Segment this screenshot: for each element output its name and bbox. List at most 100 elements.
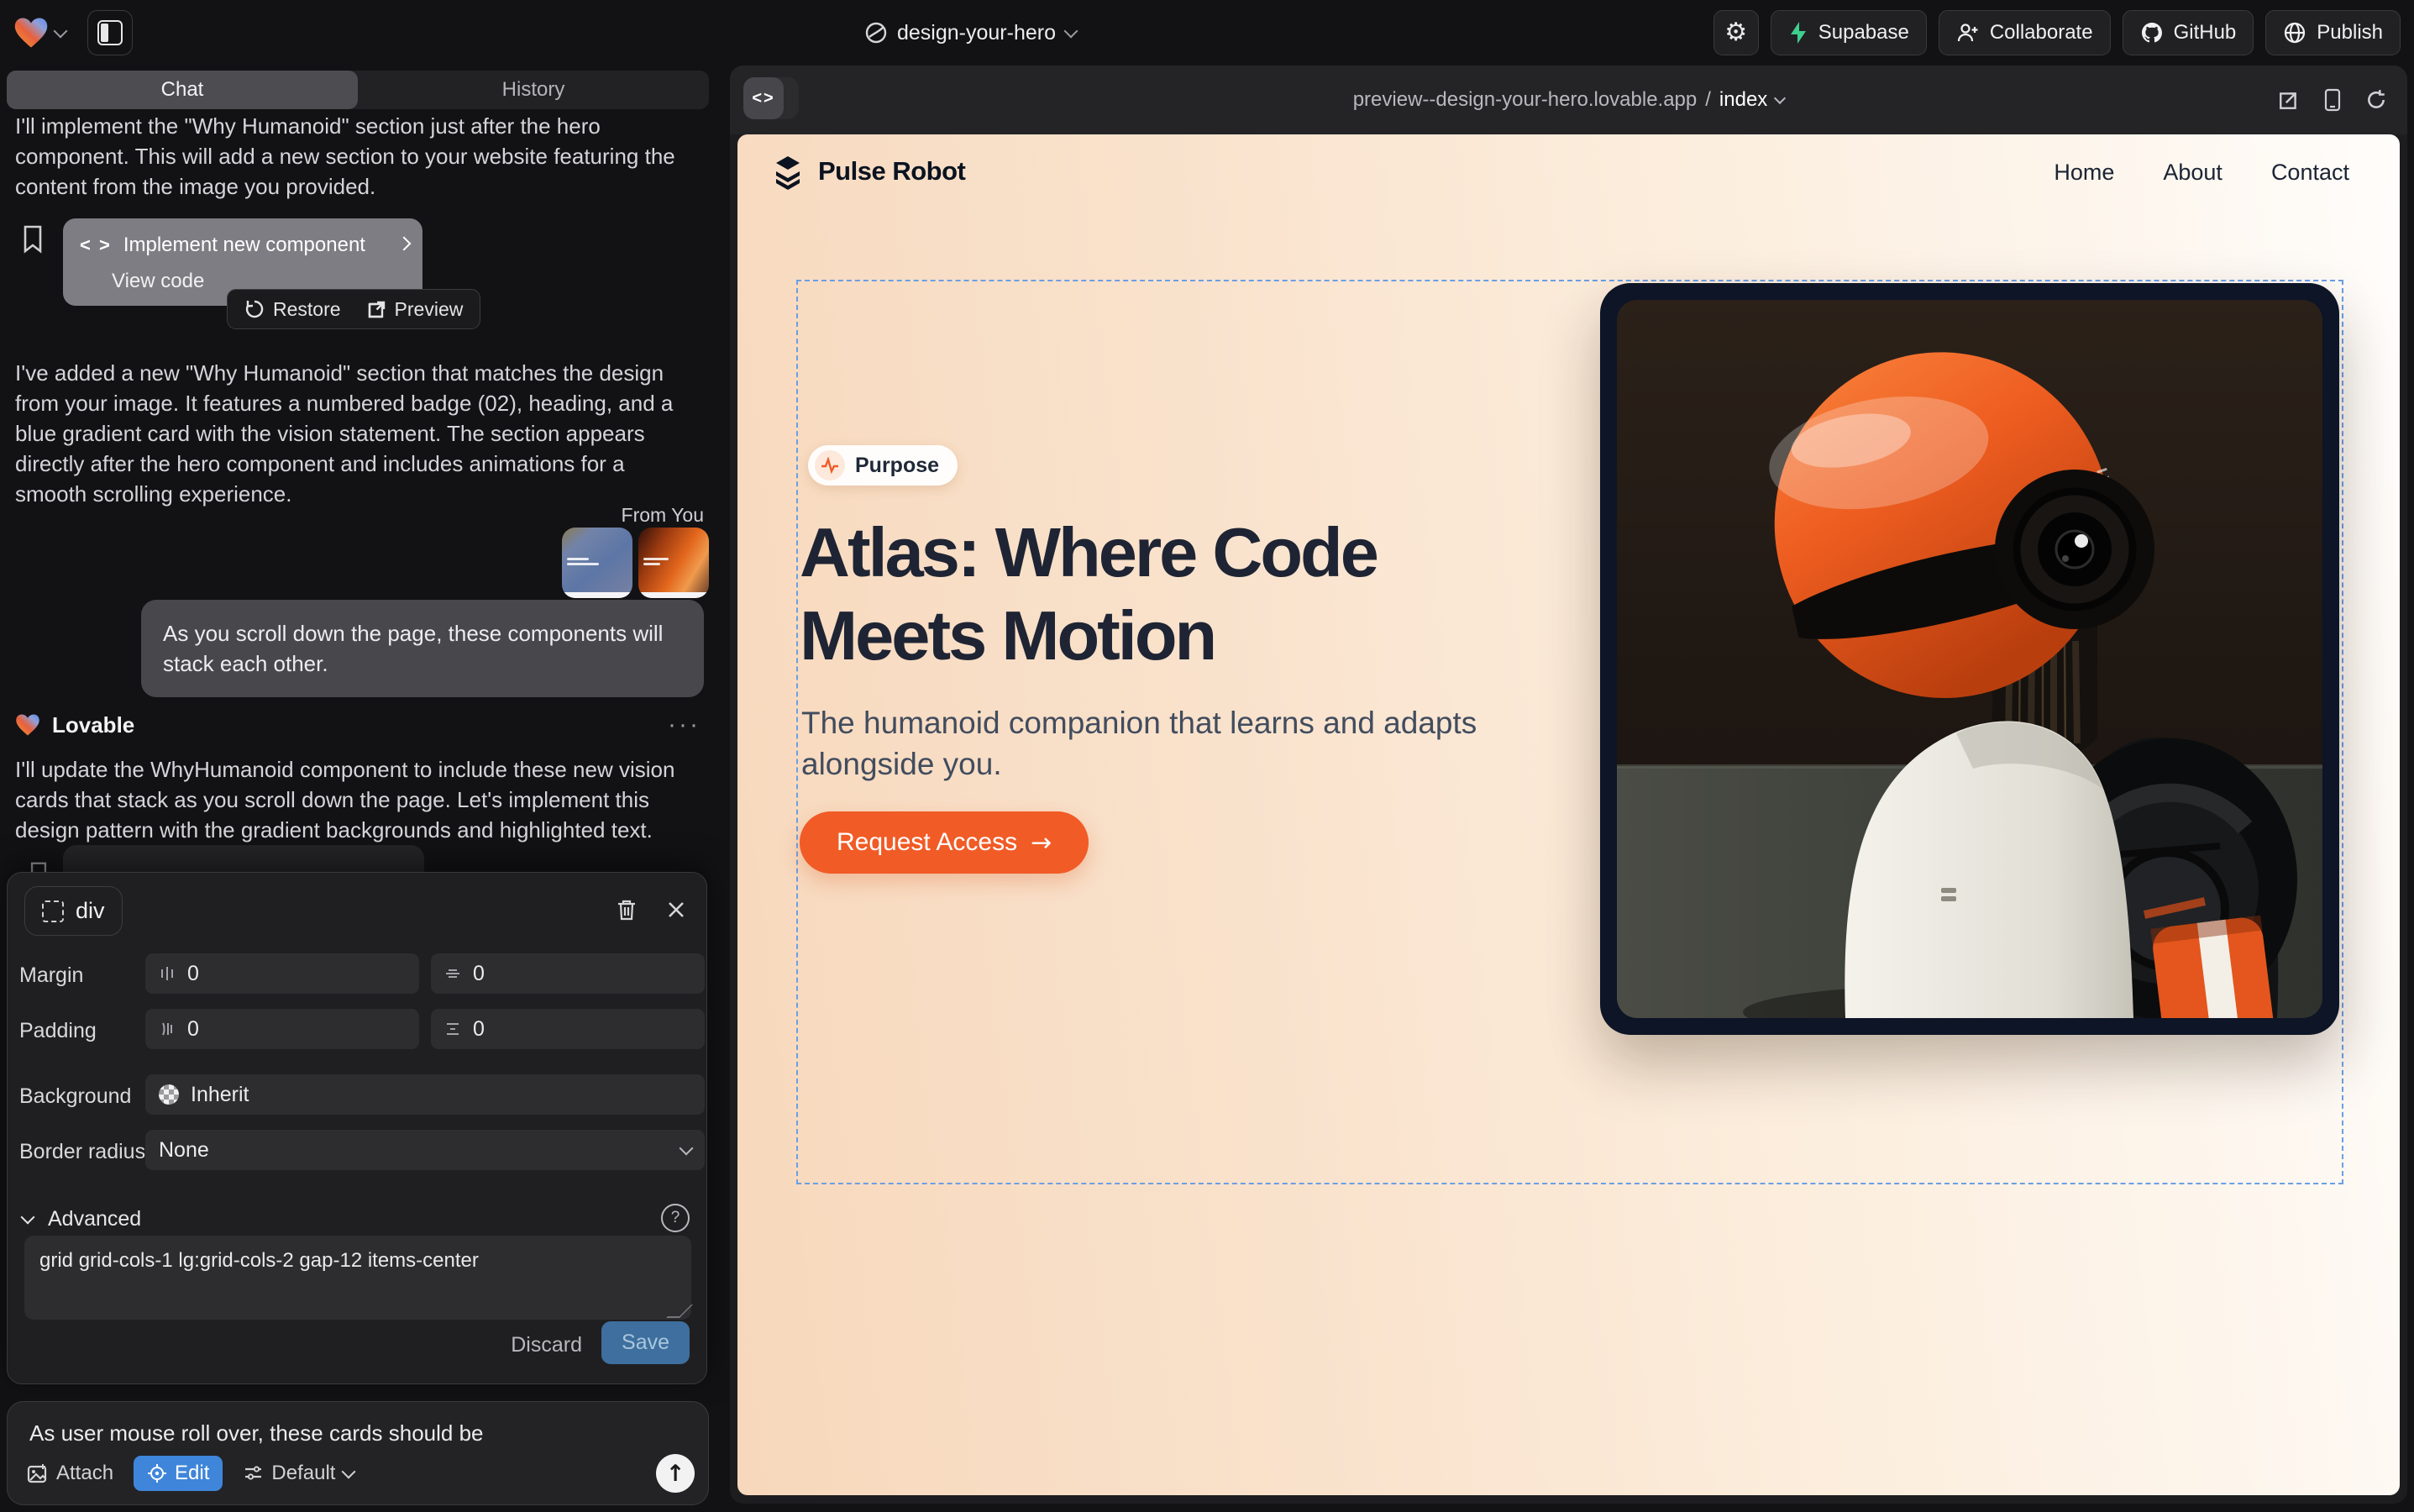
robot-image-card — [1600, 283, 2339, 1035]
margin-x-input[interactable]: 0 — [145, 953, 419, 994]
target-icon — [147, 1463, 167, 1483]
component-card-title: Implement new component — [123, 234, 365, 257]
hero-subtitle: The humanoid companion that learns and a… — [801, 702, 1482, 785]
more-options-icon[interactable]: ··· — [668, 711, 701, 739]
open-in-new-window-icon[interactable] — [2278, 89, 2300, 111]
chat-input-box[interactable]: As user mouse roll over, these cards sho… — [7, 1401, 709, 1505]
trash-icon[interactable] — [616, 898, 638, 921]
site-viewport: Pulse Robot Home About Contact Purpose A… — [737, 134, 2400, 1495]
mobile-view-icon[interactable] — [2323, 88, 2342, 112]
selected-element-badge[interactable]: div — [24, 886, 123, 936]
hero-headline: Atlas: Where Code Meets Motion — [800, 511, 1505, 677]
margin-y-input[interactable]: 0 — [431, 953, 705, 994]
site-header: Pulse Robot Home About Contact — [737, 134, 2400, 218]
chevron-down-icon — [1064, 24, 1078, 38]
help-icon[interactable]: ? — [661, 1204, 690, 1232]
padding-label: Padding — [19, 1019, 97, 1043]
refresh-icon[interactable] — [2365, 89, 2387, 111]
settings-button[interactable]: ⚙ — [1713, 10, 1759, 55]
collaborate-button[interactable]: Collaborate — [1939, 10, 2111, 55]
chat-history-tabs: Chat History — [7, 71, 709, 109]
thumbnail-text — [643, 558, 677, 568]
tab-chat[interactable]: Chat — [7, 71, 358, 109]
site-nav: Home About Contact — [2054, 160, 2349, 186]
collaborate-label: Collaborate — [1990, 21, 2093, 45]
nav-home[interactable]: Home — [2054, 160, 2114, 186]
headline-line2: Meets Motion — [800, 594, 1505, 677]
preview-chrome-bar: <> preview--design-your-hero.lovable.app… — [730, 66, 2407, 134]
nav-about[interactable]: About — [2163, 160, 2222, 186]
arrow-up-icon: ↑ — [666, 1461, 685, 1487]
attach-button[interactable]: Attach — [26, 1462, 113, 1485]
padding-x-input[interactable]: 0 — [145, 1009, 419, 1049]
lovable-heart-icon — [13, 16, 49, 50]
chevron-down-icon — [342, 1464, 356, 1478]
project-name: design-your-hero — [897, 21, 1056, 45]
external-link-icon — [366, 299, 386, 319]
margin-label: Margin — [19, 963, 83, 988]
margin-y-icon — [444, 965, 461, 982]
padding-y-input[interactable]: 0 — [431, 1009, 705, 1049]
assistant-message-2: I've added a new "Why Humanoid" section … — [15, 358, 687, 509]
preview-panel: <> preview--design-your-hero.lovable.app… — [730, 66, 2407, 1504]
chat-input-value[interactable]: As user mouse roll over, these cards sho… — [29, 1420, 484, 1446]
discard-button[interactable]: Discard — [511, 1333, 582, 1357]
advanced-label: Advanced — [48, 1207, 141, 1231]
supabase-icon — [1788, 21, 1808, 45]
lovable-heart-icon — [15, 713, 40, 737]
purpose-label: Purpose — [855, 454, 939, 478]
robot-image — [1617, 300, 2322, 1018]
restore-icon — [244, 299, 265, 319]
save-button[interactable]: Save — [601, 1321, 690, 1364]
supabase-button[interactable]: Supabase — [1771, 10, 1927, 55]
request-access-button[interactable]: Request Access → — [800, 811, 1089, 874]
send-button[interactable]: ↑ — [656, 1454, 695, 1493]
globe-icon — [2283, 21, 2306, 45]
attachment-thumbnail-orange[interactable] — [638, 528, 709, 598]
attachment-thumbnail-blue[interactable] — [562, 528, 632, 598]
preview-button[interactable]: Preview — [366, 298, 464, 321]
chevron-down-icon — [54, 24, 68, 38]
gear-icon: ⚙ — [1724, 20, 1747, 45]
bookmark-icon[interactable] — [22, 225, 44, 254]
border-radius-select[interactable]: None — [145, 1130, 705, 1170]
model-selector[interactable]: Default — [243, 1462, 354, 1485]
close-icon[interactable] — [666, 900, 686, 920]
thumbnail-text — [567, 558, 601, 568]
view-code-link[interactable]: View code — [112, 270, 204, 293]
restore-preview-bar: Restore Preview — [227, 289, 480, 329]
publish-label: Publish — [2317, 21, 2383, 45]
pulse-icon — [815, 450, 845, 480]
background-input[interactable]: Inherit — [145, 1074, 705, 1115]
github-icon — [2140, 21, 2164, 45]
tailwind-classes-textarea[interactable]: grid grid-cols-1 lg:grid-cols-2 gap-12 i… — [24, 1236, 691, 1320]
chevron-down-icon — [21, 1210, 35, 1225]
arrow-right-icon: → — [1031, 828, 1052, 858]
user-message-bubble: As you scroll down the page, these compo… — [141, 600, 704, 697]
advanced-section-toggle[interactable]: Advanced — [23, 1207, 141, 1231]
padding-x-icon — [159, 1021, 176, 1037]
from-you-label: From You — [622, 504, 704, 527]
github-button[interactable]: GitHub — [2123, 10, 2254, 55]
preview-url[interactable]: preview--design-your-hero.lovable.app / … — [730, 66, 2407, 134]
transparency-swatch-icon — [159, 1084, 179, 1105]
project-icon — [865, 22, 887, 44]
element-outline-icon — [42, 900, 64, 922]
publish-button[interactable]: Publish — [2265, 10, 2401, 55]
site-brand[interactable]: Pulse Robot — [769, 153, 965, 190]
project-switcher[interactable]: design-your-hero — [865, 0, 1076, 66]
nav-contact[interactable]: Contact — [2271, 160, 2349, 186]
top-bar: design-your-hero ⚙ Supabase Collaborate … — [0, 0, 2414, 66]
restore-button[interactable]: Restore — [244, 298, 341, 321]
toggle-sidebar-button[interactable] — [87, 10, 133, 55]
sidebar-icon — [97, 20, 123, 45]
edit-mode-button[interactable]: Edit — [134, 1456, 223, 1491]
headline-line1: Atlas: Where Code — [800, 511, 1505, 594]
chevron-down-icon — [1774, 92, 1786, 103]
tab-history[interactable]: History — [358, 71, 709, 109]
lovable-menu-button[interactable] — [13, 16, 66, 50]
assistant-message-3: I'll update the WhyHumanoid component to… — [15, 754, 687, 845]
layers-icon — [769, 153, 806, 190]
brand-name: Pulse Robot — [818, 156, 965, 186]
chevron-down-icon — [680, 1141, 694, 1155]
